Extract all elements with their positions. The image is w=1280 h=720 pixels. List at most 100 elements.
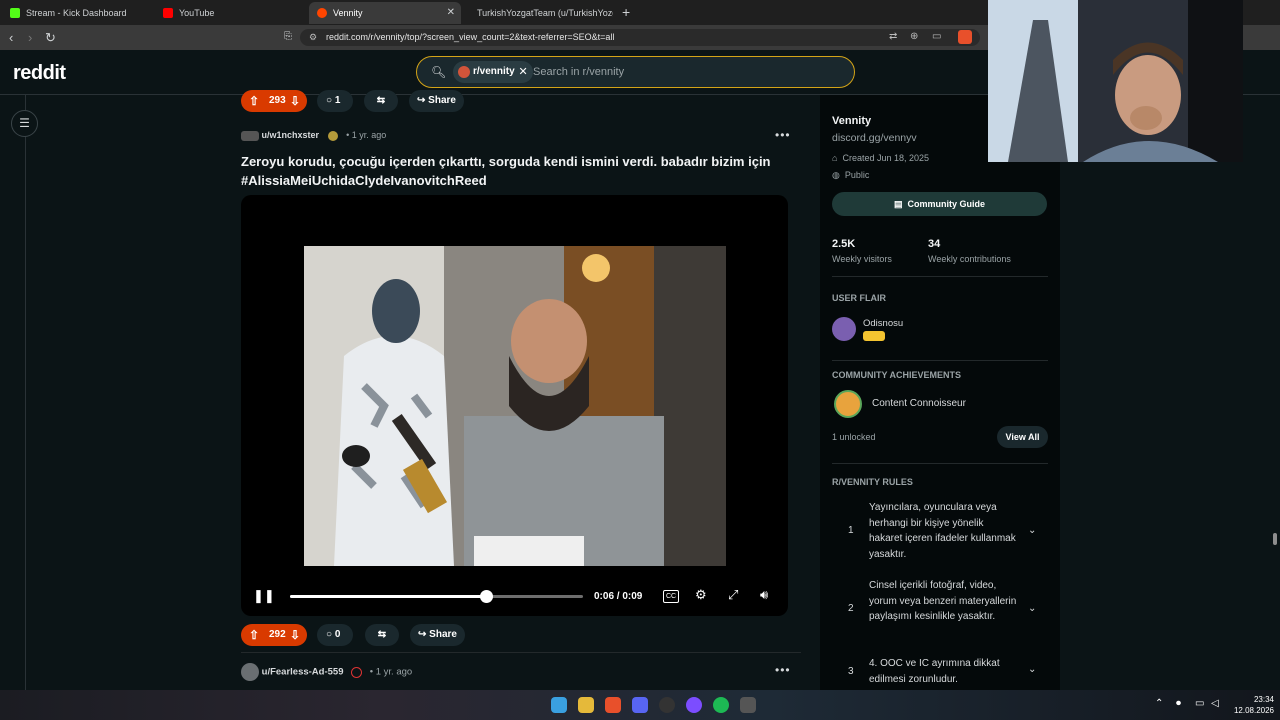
fullscreen-icon[interactable]: ⤢: [728, 587, 738, 603]
seek-handle[interactable]: [480, 590, 494, 603]
cake-icon: ⌂: [832, 153, 838, 163]
seek-bar[interactable]: [290, 590, 583, 603]
captions-icon[interactable]: CC: [663, 590, 680, 603]
cast-icon[interactable]: ▭: [932, 31, 941, 42]
share-label: Share: [428, 95, 456, 106]
search-icon: 🔍︎: [431, 65, 447, 79]
comments-button[interactable]: ○ 0: [317, 624, 353, 646]
community-sidebar: Vennity discord.gg/vennyv ⌂ Created Jun …: [820, 95, 1060, 690]
community-guide-button[interactable]: ▤ Community Guide: [832, 192, 1047, 216]
comments-button[interactable]: ○ 1: [317, 90, 353, 112]
weekly-contrib-value: 34: [928, 238, 941, 250]
zoom-icon[interactable]: ⊕: [910, 31, 918, 42]
post-author[interactable]: u/Fearless-Ad-559: [262, 667, 344, 678]
settings-gear-icon[interactable]: ⚙: [695, 587, 707, 603]
view-all-button[interactable]: View All: [997, 426, 1048, 448]
overflow-menu-icon[interactable]: •••: [775, 128, 791, 142]
share-icon: ↪: [418, 629, 427, 640]
rule-item[interactable]: 1 Yayıncılara, oyunculara veya herhangi …: [832, 500, 1048, 570]
vote-count: 292: [269, 629, 286, 640]
reddit-icon: [317, 8, 327, 18]
url-field[interactable]: ⚙ reddit.com/r/vennity/top/?screen_view_…: [300, 29, 980, 46]
tab-youtube[interactable]: YouTube: [155, 2, 310, 24]
sidebar-divider: [832, 463, 1048, 464]
rule-item[interactable]: 2 Cinsel içerikli fotoğraf, video, yorum…: [832, 578, 1048, 648]
tab-turkishyozgat[interactable]: TurkishYozgatTeam (u/TurkishYozgat: [463, 2, 613, 24]
forward-icon[interactable]: ›: [28, 30, 32, 45]
new-tab-icon[interactable]: +: [622, 4, 630, 20]
pause-icon[interactable]: ❚❚: [253, 588, 275, 604]
video-frame: [304, 246, 726, 566]
tab-label: TurkishYozgatTeam (u/TurkishYozgat: [477, 8, 613, 18]
tab-vennity[interactable]: Vennity ✕: [309, 2, 461, 24]
tray-chevron-icon[interactable]: ⌃: [1155, 698, 1163, 709]
search-input[interactable]: Search in r/vennity: [533, 66, 624, 78]
network-icon[interactable]: ▭: [1195, 698, 1204, 709]
site-info-icon[interactable]: ⚙: [309, 29, 317, 46]
community-link[interactable]: discord.gg/vennyv: [832, 132, 917, 144]
rule-item[interactable]: 3 4. OOC ve IC ayrımına dikkat edilmesi …: [832, 656, 1048, 690]
post-author[interactable]: u/w1nchxster: [262, 130, 320, 140]
webcam-feed-image: [988, 0, 1243, 162]
video-player[interactable]: ❚❚ 0:06 / 0:09 CC ⚙ ⤢ 🔊︎: [241, 195, 788, 616]
spotify-icon[interactable]: [713, 697, 729, 713]
post-age: 1 yr. ago: [351, 130, 387, 140]
microphone-icon[interactable]: ⏺: [1176, 698, 1181, 709]
overflow-menu-icon[interactable]: •••: [775, 663, 791, 677]
rule-text: 4. OOC ve IC ayrımına dikkat edilmesi zo…: [869, 658, 1000, 685]
achievements-heading: COMMUNITY ACHIEVEMENTS: [832, 370, 962, 380]
search-bar[interactable]: 🔍︎ r/vennity ✕ Search in r/vennity: [416, 56, 855, 88]
rule-text: Cinsel içerikli fotoğraf, video, yorum v…: [869, 580, 1017, 622]
crosspost-button[interactable]: ⇆: [364, 90, 398, 112]
app-icon[interactable]: [740, 697, 756, 713]
system-clock[interactable]: 23:34 12.08.2026: [1226, 694, 1274, 716]
user-flair-heading: USER FLAIR: [832, 293, 886, 303]
post-title[interactable]: Zeroyu korudu, çocuğu içerden çıkarttı, …: [241, 152, 801, 190]
page-scrollbar[interactable]: [1270, 95, 1278, 690]
left-rail-divider: [25, 95, 26, 690]
volume-icon[interactable]: 🔊︎: [760, 587, 768, 603]
reload-icon[interactable]: ↻: [45, 30, 56, 46]
brave-shield-icon[interactable]: [958, 30, 972, 44]
brave-browser-icon[interactable]: [605, 697, 621, 713]
clock-date: 12.08.2026: [1233, 706, 1274, 715]
upvote-icon[interactable]: ⇧: [249, 90, 259, 112]
visibility: ◍ Public: [832, 170, 869, 181]
chevron-down-icon[interactable]: ⌄: [1028, 603, 1036, 614]
downvote-icon[interactable]: ⇩: [290, 90, 300, 112]
community-chip[interactable]: r/vennity ✕: [453, 61, 533, 83]
seek-progress: [290, 595, 487, 598]
tab-kick[interactable]: Stream - Kick Dashboard: [2, 2, 157, 24]
visibility-text: Public: [844, 170, 870, 180]
volume-tray-icon[interactable]: ◁: [1211, 698, 1219, 709]
tab-label: Stream - Kick Dashboard: [26, 8, 127, 18]
translate-icon[interactable]: ⇄: [889, 31, 897, 42]
chevron-down-icon[interactable]: ⌄: [1028, 525, 1036, 536]
user-avatar[interactable]: [241, 130, 259, 141]
tab-label: YouTube: [179, 8, 215, 18]
share-button[interactable]: ↪ Share: [410, 624, 465, 646]
close-tab-icon[interactable]: ✕: [447, 7, 455, 18]
upvote-icon[interactable]: ⇧: [249, 624, 259, 646]
windows-start-icon[interactable]: [551, 697, 567, 713]
kick-icon: [10, 8, 20, 18]
app-icon[interactable]: [686, 697, 702, 713]
discord-icon[interactable]: [632, 697, 648, 713]
obs-icon[interactable]: [659, 697, 675, 713]
reddit-logo[interactable]: reddit: [13, 62, 66, 85]
bookmark-icon[interactable]: ⎘: [284, 31, 292, 42]
crosspost-button[interactable]: ⇆: [365, 624, 399, 646]
back-icon[interactable]: ‹: [9, 30, 13, 45]
post-divider: [241, 652, 801, 653]
file-explorer-icon[interactable]: [578, 697, 594, 713]
menu-icon[interactable]: ☰: [11, 110, 38, 137]
comment-count: 0: [334, 629, 341, 640]
tab-label: Vennity: [333, 8, 363, 18]
chip-close-icon[interactable]: ✕: [518, 61, 527, 83]
video-still-image: [304, 246, 726, 566]
share-button[interactable]: ↪ Share: [409, 90, 464, 112]
scrollbar-thumb[interactable]: [1273, 533, 1277, 545]
downvote-icon[interactable]: ⇩: [290, 624, 300, 646]
user-avatar[interactable]: [241, 663, 259, 681]
chevron-down-icon[interactable]: ⌄: [1028, 664, 1036, 675]
